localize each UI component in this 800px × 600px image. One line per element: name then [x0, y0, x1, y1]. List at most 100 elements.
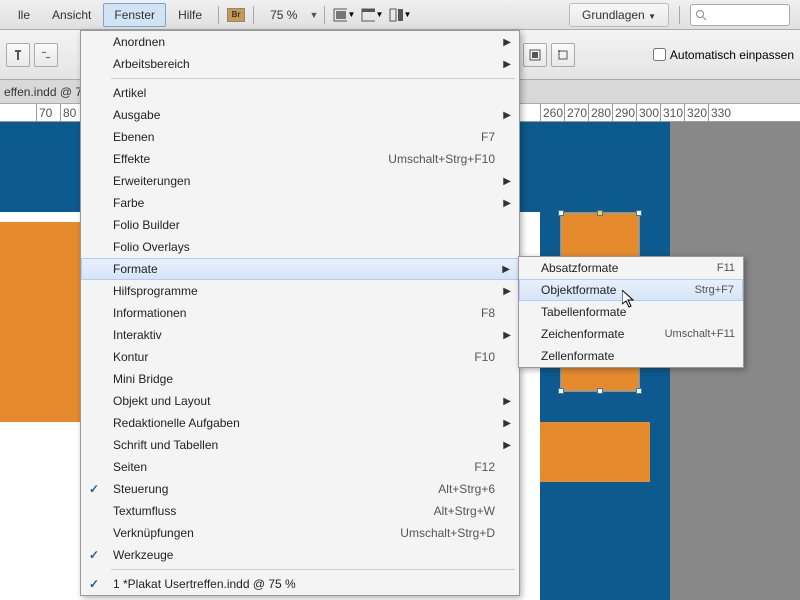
submenu-item-label: Zellenformate: [541, 349, 735, 363]
submenu-item[interactable]: ObjektformateStrg+F7: [519, 279, 743, 301]
orange-shape-bottom[interactable]: [540, 422, 650, 482]
menu-item[interactable]: ✓1 *Plakat Usertreffen.indd @ 75 %: [81, 573, 519, 595]
menu-item[interactable]: Redaktionelle Aufgaben▶: [81, 412, 519, 434]
submenu-item[interactable]: Zellenformate: [519, 345, 743, 367]
menu-item[interactable]: TextumflussAlt+Strg+W: [81, 500, 519, 522]
ruler-tick: 260: [540, 104, 563, 122]
fill-prop-icon[interactable]: [523, 43, 547, 67]
zoom-level[interactable]: 75 %: [260, 8, 307, 22]
menu-item[interactable]: Schrift und Tabellen▶: [81, 434, 519, 456]
menu-item[interactable]: Formate▶: [81, 258, 519, 280]
submenu-item[interactable]: ZeichenformateUmschalt+F11: [519, 323, 743, 345]
bridge-icon[interactable]: Br: [227, 8, 245, 22]
check-icon: ✓: [89, 548, 99, 562]
ruler-tick: 290: [612, 104, 635, 122]
menu-item[interactable]: EffekteUmschalt+Strg+F10: [81, 148, 519, 170]
workspace-switcher[interactable]: Grundlagen ▼: [569, 3, 669, 27]
selection-handle[interactable]: [558, 210, 564, 216]
menu-file-partial[interactable]: lle: [8, 4, 40, 26]
submenu-arrow-icon: ▶: [503, 198, 511, 209]
formate-submenu: AbsatzformateF11ObjektformateStrg+F7Tabe…: [518, 256, 744, 368]
menu-item-label: Verknüpfungen: [113, 526, 400, 540]
menu-item-label: Textumfluss: [113, 504, 434, 518]
menu-item[interactable]: Folio Overlays: [81, 236, 519, 258]
ruler-tick: 70: [36, 104, 52, 122]
link-icon[interactable]: [34, 43, 58, 67]
menu-window[interactable]: Fenster: [103, 3, 166, 27]
submenu-arrow-icon: ▶: [503, 440, 511, 451]
menu-item[interactable]: Erweiterungen▶: [81, 170, 519, 192]
menu-item[interactable]: SeitenF12: [81, 456, 519, 478]
menu-item[interactable]: Anordnen▶: [81, 31, 519, 53]
selection-handle[interactable]: [558, 388, 564, 394]
menu-item-label: Artikel: [113, 86, 511, 100]
check-icon: ✓: [89, 482, 99, 496]
menu-item[interactable]: Folio Builder: [81, 214, 519, 236]
menu-item-shortcut: Umschalt+Strg+F10: [388, 152, 495, 166]
menu-item-shortcut: Alt+Strg+W: [434, 504, 495, 518]
menu-separator: [111, 78, 515, 79]
paragraph-mode-icon[interactable]: [6, 43, 30, 67]
chevron-down-icon[interactable]: ▼: [309, 10, 318, 20]
menu-item[interactable]: Farbe▶: [81, 192, 519, 214]
menu-item-shortcut: F7: [481, 130, 495, 144]
screen-mode-icon[interactable]: ▼: [333, 4, 355, 26]
menu-item[interactable]: Objekt und Layout▶: [81, 390, 519, 412]
separator: [253, 6, 254, 24]
submenu-arrow-icon: ▶: [503, 176, 511, 187]
search-input[interactable]: [690, 4, 790, 26]
auto-fit-checkbox[interactable]: Automatisch einpassen: [653, 48, 794, 62]
menu-item-label: Interaktiv: [113, 328, 511, 342]
menu-item[interactable]: ✓Werkzeuge: [81, 544, 519, 566]
ruler-tick: 300: [636, 104, 659, 122]
submenu-item-label: Zeichenformate: [541, 327, 665, 341]
menu-item-label: 1 *Plakat Usertreffen.indd @ 75 %: [113, 577, 511, 591]
menu-view[interactable]: Ansicht: [42, 4, 101, 26]
selection-handle[interactable]: [636, 210, 642, 216]
submenu-item[interactable]: Tabellenformate: [519, 301, 743, 323]
menu-separator: [111, 569, 515, 570]
menu-item-shortcut: F10: [474, 350, 495, 364]
menu-item[interactable]: Interaktiv▶: [81, 324, 519, 346]
submenu-arrow-icon: ▶: [503, 396, 511, 407]
submenu-item[interactable]: AbsatzformateF11: [519, 257, 743, 279]
submenu-arrow-icon: ▶: [503, 286, 511, 297]
menu-item[interactable]: VerknüpfungenUmschalt+Strg+D: [81, 522, 519, 544]
window-menu-dropdown: Anordnen▶Arbeitsbereich▶ArtikelAusgabe▶E…: [80, 30, 520, 596]
menu-item-shortcut: Umschalt+Strg+D: [400, 526, 495, 540]
submenu-arrow-icon: ▶: [503, 59, 511, 70]
ruler-tick: 330: [708, 104, 731, 122]
submenu-arrow-icon: ▶: [503, 37, 511, 48]
menu-item[interactable]: Artikel: [81, 82, 519, 104]
ref-point-icon[interactable]: [551, 43, 575, 67]
menu-item[interactable]: Arbeitsbereich▶: [81, 53, 519, 75]
menu-item[interactable]: Hilfsprogramme▶: [81, 280, 519, 302]
separator: [218, 6, 219, 24]
menu-item[interactable]: Mini Bridge: [81, 368, 519, 390]
selection-handle[interactable]: [597, 388, 603, 394]
selection-handle[interactable]: [597, 210, 603, 216]
selection-handle[interactable]: [636, 388, 642, 394]
submenu-item-shortcut: Strg+F7: [695, 284, 734, 296]
ruler-tick: 310: [660, 104, 683, 122]
menu-item-label: Informationen: [113, 306, 481, 320]
menu-item[interactable]: ✓SteuerungAlt+Strg+6: [81, 478, 519, 500]
menu-item[interactable]: InformationenF8: [81, 302, 519, 324]
menu-item[interactable]: KonturF10: [81, 346, 519, 368]
menu-help[interactable]: Hilfe: [168, 4, 212, 26]
view-options-icon[interactable]: ▼: [389, 4, 411, 26]
menu-item-label: Mini Bridge: [113, 372, 511, 386]
arrange-icon[interactable]: ▼: [361, 4, 383, 26]
menu-item[interactable]: Ausgabe▶: [81, 104, 519, 126]
menu-item-label: Folio Builder: [113, 218, 511, 232]
submenu-arrow-icon: ▶: [503, 330, 511, 341]
submenu-arrow-icon: ▶: [502, 264, 510, 275]
menu-item-label: Folio Overlays: [113, 240, 511, 254]
menu-item-shortcut: F8: [481, 306, 495, 320]
menu-item-label: Farbe: [113, 196, 511, 210]
auto-fit-label: Automatisch einpassen: [670, 48, 794, 62]
menu-item[interactable]: EbenenF7: [81, 126, 519, 148]
menu-item-label: Hilfsprogramme: [113, 284, 511, 298]
menu-item-label: Kontur: [113, 350, 474, 364]
menu-item-label: Erweiterungen: [113, 174, 511, 188]
